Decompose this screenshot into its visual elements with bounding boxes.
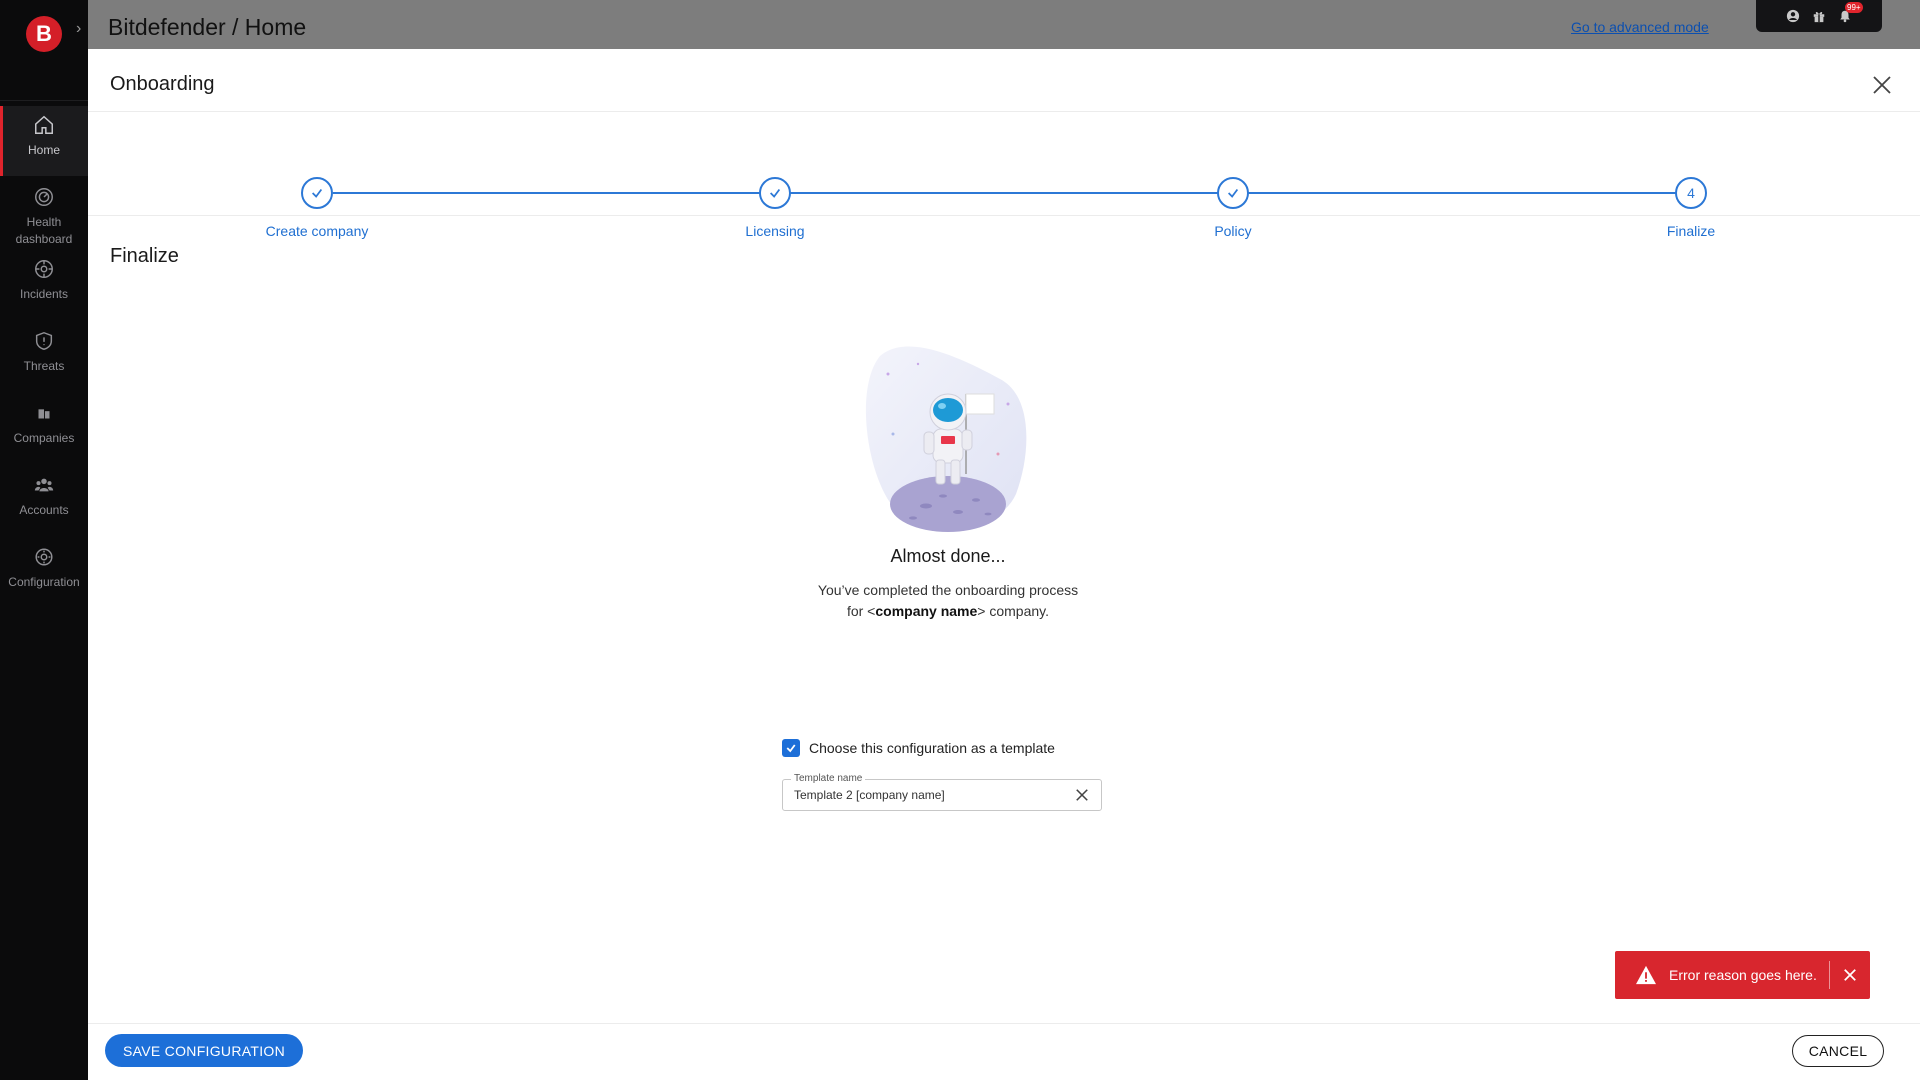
sidebar-item-label: Incidents	[19, 287, 69, 301]
page-title: Bitdefender / Home	[108, 14, 307, 40]
error-toast: Error reason goes here.	[1615, 951, 1870, 999]
sidebar-item-health-dashboard[interactable]: Health dashboard	[0, 186, 88, 248]
step-label: Create company	[265, 223, 369, 239]
modal-header-divider	[88, 111, 1920, 112]
step-licensing[interactable]: Licensing	[675, 177, 875, 239]
accounts-icon	[34, 478, 54, 492]
sidebar-item-incidents[interactable]: Incidents	[0, 258, 88, 303]
step-label: Licensing	[745, 223, 805, 239]
step-label: Policy	[1214, 223, 1252, 239]
gear-icon	[35, 548, 53, 566]
astronaut-illustration	[865, 346, 1027, 532]
warning-icon	[1636, 965, 1656, 985]
check-icon	[301, 177, 333, 209]
template-name-label: Template name	[791, 773, 866, 784]
onboarding-modal: Onboarding Create company Licensing Poli…	[88, 49, 1920, 1080]
sidebar-item-threats[interactable]: Threats	[0, 330, 88, 375]
check-icon	[1217, 177, 1249, 209]
sidebar-divider	[0, 100, 88, 101]
close-icon[interactable]	[1870, 73, 1894, 97]
sidebar-item-companies[interactable]: Companies	[0, 402, 88, 447]
template-name-field[interactable]: Template name	[782, 773, 1102, 811]
step-label: Finalize	[1666, 223, 1716, 239]
step-policy[interactable]: Policy	[1133, 177, 1333, 239]
template-checkbox-label: Choose this configuration as a template	[809, 740, 1055, 756]
bitdefender-logo[interactable]: B	[26, 16, 62, 52]
health-icon	[35, 188, 53, 206]
check-icon	[786, 744, 796, 753]
sidebar-item-label: Threats	[23, 359, 65, 373]
template-checkbox[interactable]	[782, 739, 800, 757]
section-title: Finalize	[110, 245, 179, 267]
sidebar-item-label: Home	[27, 143, 60, 157]
top-icons-bar: 99+	[1756, 0, 1882, 32]
template-checkbox-row[interactable]: Choose this configuration as a template	[782, 739, 1055, 757]
clear-icon[interactable]	[1075, 788, 1089, 802]
incidents-icon	[35, 260, 53, 278]
completion-line-1: You’ve completed the onboarding process	[817, 582, 1079, 598]
notification-badge: 99+	[1845, 2, 1863, 13]
step-finalize[interactable]: 4 Finalize	[1591, 177, 1791, 239]
stepper-divider	[88, 215, 1920, 216]
sidebar-item-label: Accounts	[19, 503, 69, 517]
step-number: 4	[1675, 177, 1707, 209]
error-message: Error reason goes here.	[1669, 967, 1817, 983]
template-name-input[interactable]	[794, 788, 1054, 802]
company-name-placeholder: company name	[875, 603, 978, 619]
sidebar-item-configuration[interactable]: Configuration	[0, 546, 88, 591]
advanced-mode-link[interactable]: Go to advanced mode	[1571, 19, 1709, 35]
sidebar-item-accounts[interactable]: Accounts	[0, 474, 88, 519]
close-toast-icon[interactable]	[1830, 951, 1870, 999]
sidebar-item-label: Companies	[13, 431, 75, 445]
step-create-company[interactable]: Create company	[217, 177, 417, 239]
check-icon	[759, 177, 791, 209]
gift-icon[interactable]	[1811, 8, 1827, 24]
home-icon	[35, 115, 53, 134]
sidebar-item-label: Health dashboard	[15, 215, 73, 246]
bell-icon[interactable]: 99+	[1837, 2, 1863, 24]
footer-divider	[88, 1023, 1920, 1024]
sidebar: B › Home Health dashboard Incidents Thre…	[0, 0, 88, 1080]
chevron-right-icon[interactable]: ›	[76, 20, 81, 38]
completion-message: You’ve completed the onboarding process …	[748, 580, 1148, 622]
almost-done-heading: Almost done...	[890, 546, 1006, 566]
top-bar: Bitdefender / Home Go to advanced mode 9…	[88, 0, 1920, 49]
sidebar-item-home[interactable]: Home	[0, 106, 88, 176]
stepper-line	[333, 192, 1693, 194]
shield-icon	[35, 331, 53, 351]
cancel-button[interactable]: CANCEL	[1792, 1035, 1884, 1067]
save-configuration-button[interactable]: SAVE CONFIGURATION	[105, 1034, 303, 1067]
user-icon[interactable]	[1785, 8, 1801, 24]
completion-line-2: for <company name> company.	[846, 603, 1050, 619]
modal-title: Onboarding	[110, 73, 215, 95]
sidebar-item-label: Configuration	[8, 575, 80, 589]
companies-icon	[38, 409, 50, 419]
